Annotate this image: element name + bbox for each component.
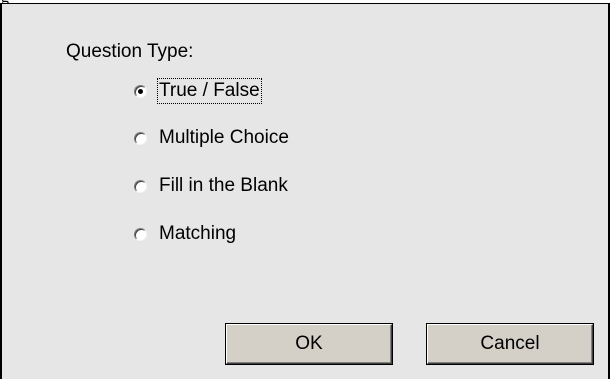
option-label: True / False [157,78,262,104]
radio-true-false[interactable] [134,84,147,98]
option-label: Matching [159,223,237,244]
ok-button[interactable]: OK [226,324,392,364]
question-type-dialog: Question Type: True / False Multiple Cho… [0,3,610,379]
option-label: Fill in the Blank [159,175,288,196]
radio-multiple-choice[interactable] [134,131,147,145]
radio-matching[interactable] [134,227,147,241]
option-matching[interactable]: Matching [134,221,238,247]
question-type-label: Question Type: [66,41,194,62]
option-fill-in-the-blank[interactable]: Fill in the Blank [134,173,290,199]
option-true-false[interactable]: True / False [134,78,262,104]
option-multiple-choice[interactable]: Multiple Choice [134,125,291,151]
cancel-button[interactable]: Cancel [427,324,593,364]
radio-fill-in-the-blank[interactable] [134,179,147,193]
option-label: Multiple Choice [159,127,289,148]
